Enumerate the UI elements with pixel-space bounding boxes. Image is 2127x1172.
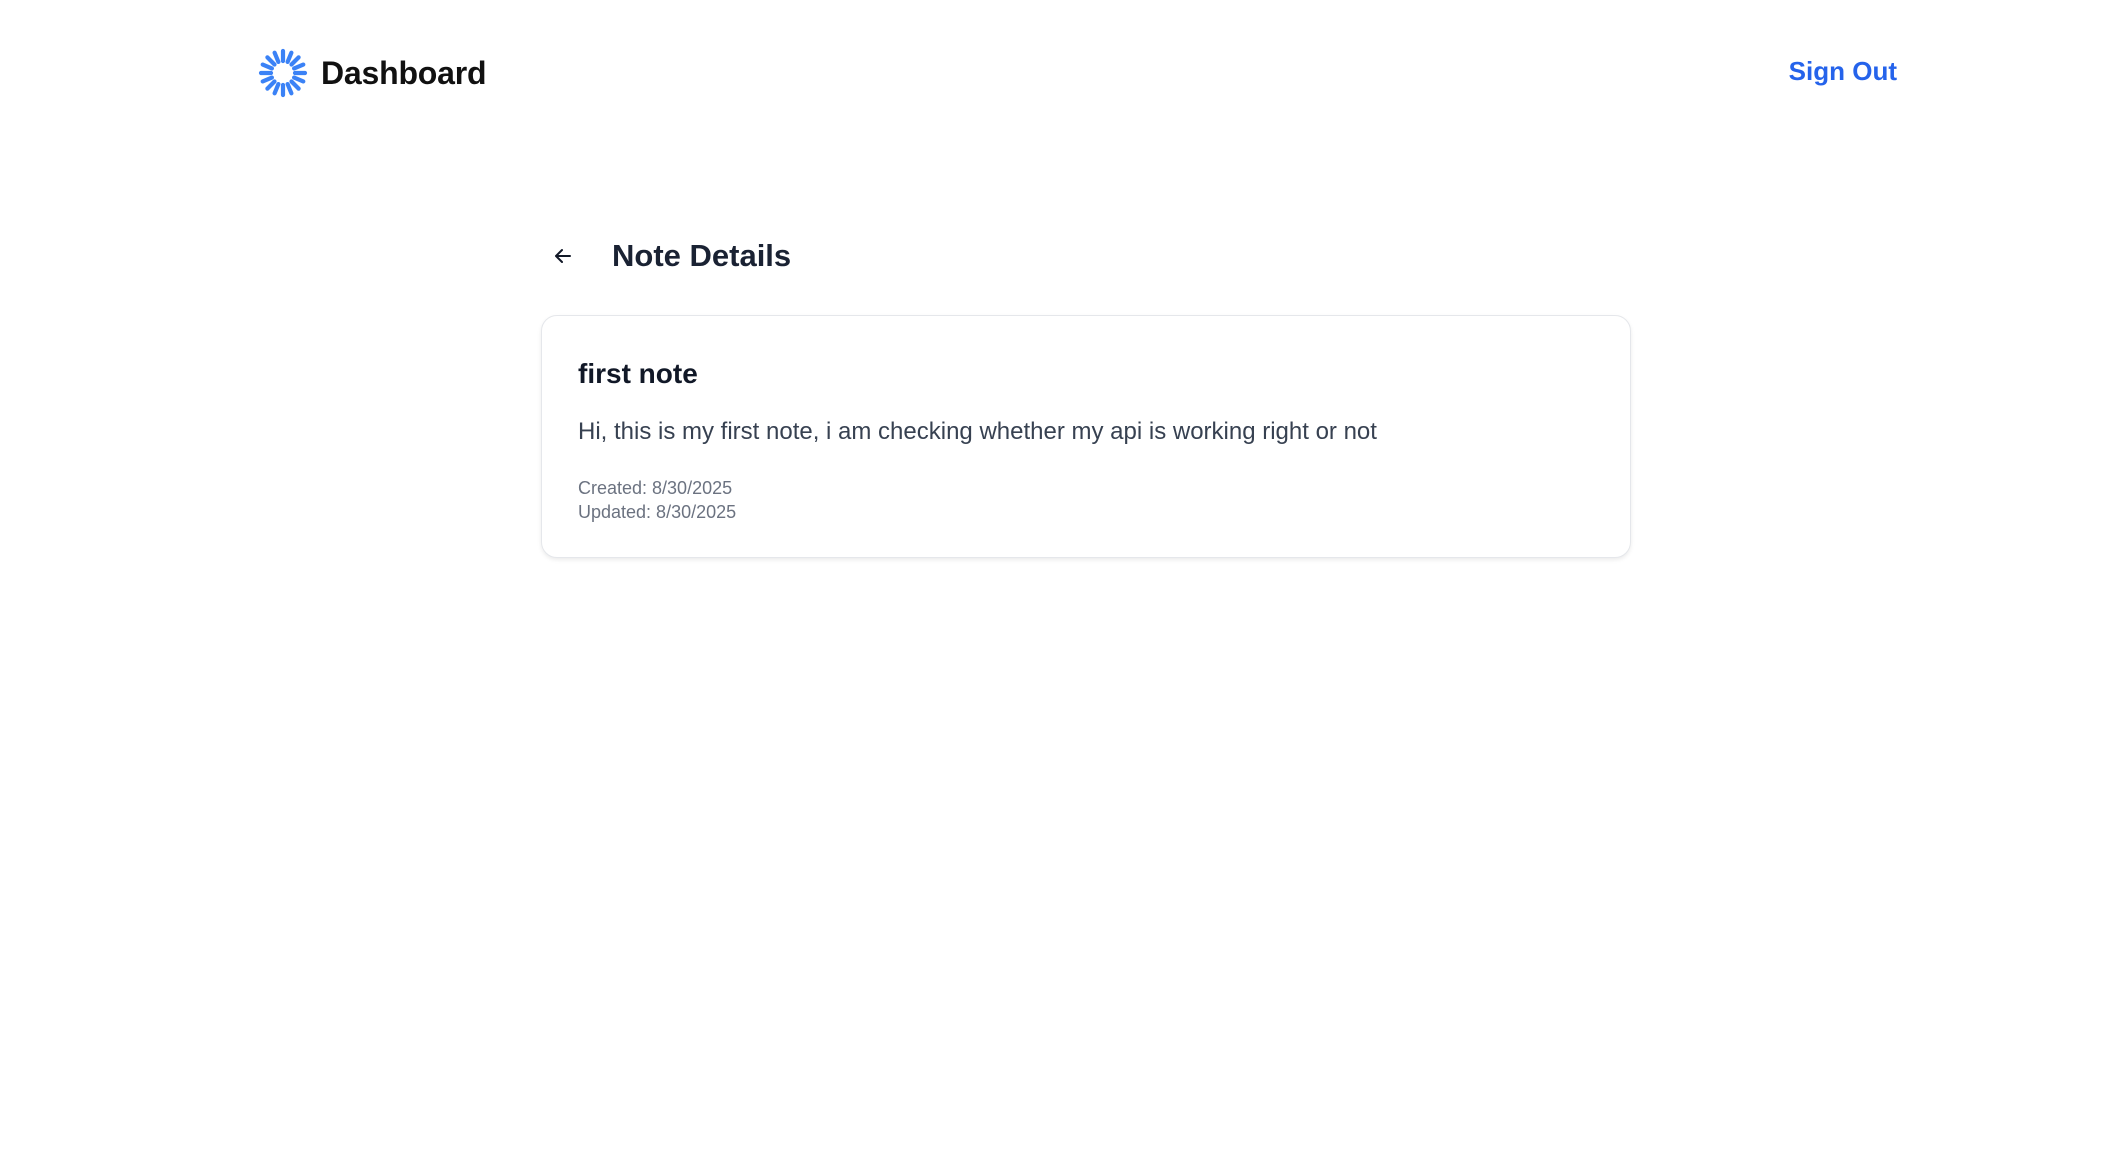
note-created-date: Created: 8/30/2025	[578, 478, 733, 498]
loader-sunburst-icon	[258, 48, 308, 98]
page-header: Note Details	[541, 232, 791, 280]
back-button[interactable]	[541, 234, 585, 278]
note-content: Hi, this is my first note, i am checking…	[578, 418, 1377, 445]
top-navigation-bar: Dashboard Sign Out	[0, 0, 2127, 145]
note-card: first note Hi, this is my first note, i …	[541, 315, 1631, 558]
app-title: Dashboard	[321, 54, 487, 91]
note-metadata: Created: 8/30/2025 Updated: 8/30/2025	[578, 476, 736, 524]
note-title: first note	[578, 358, 698, 389]
page-title: Note Details	[612, 238, 792, 273]
brand[interactable]: Dashboard	[258, 47, 487, 99]
sign-out-link[interactable]: Sign Out	[1789, 56, 1897, 87]
arrow-left-icon	[555, 249, 571, 263]
note-updated-date: Updated: 8/30/2025	[578, 502, 737, 522]
